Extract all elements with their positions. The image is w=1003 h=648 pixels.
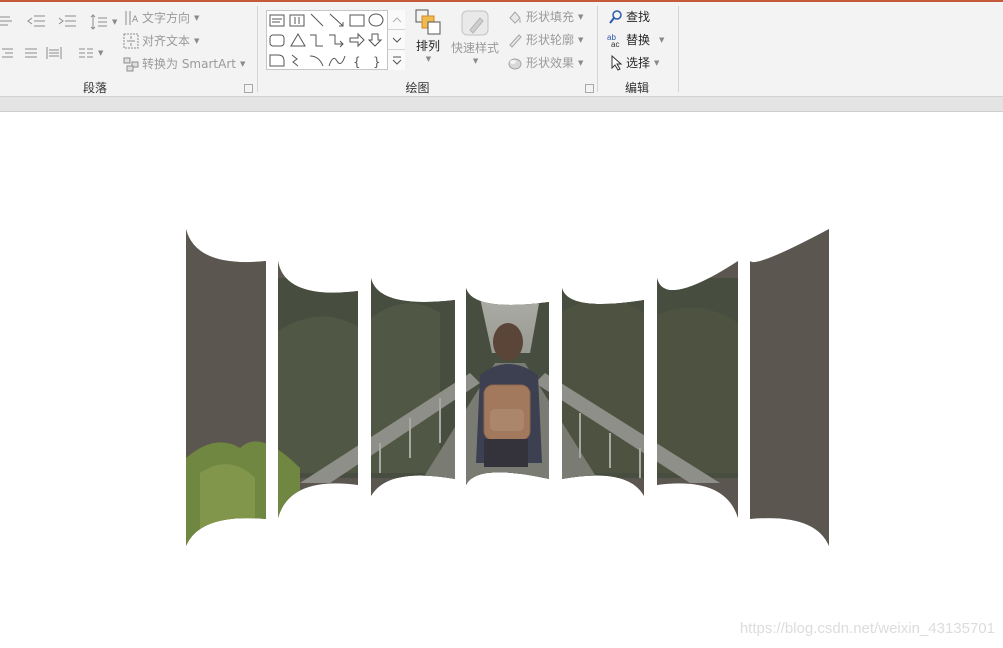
shape-fill-icon — [507, 9, 523, 25]
shape-fill-label: 形状填充 — [526, 10, 575, 24]
watermark: https://blog.csdn.net/weixin_43135701 — [739, 620, 995, 637]
curved-photo-gallery — [186, 229, 829, 546]
line-spacing-button[interactable]: ▼ — [90, 14, 117, 30]
chevron-down-icon: ▼ — [98, 49, 104, 57]
chevron-down-icon: ▼ — [578, 12, 584, 21]
chevron-down-icon: ▼ — [425, 55, 432, 63]
align-left-button[interactable] — [0, 14, 14, 28]
line-spacing-icon — [90, 14, 108, 30]
chevron-down-icon: ▼ — [659, 35, 665, 44]
find-icon — [609, 9, 623, 24]
chevron-down-icon: ▼ — [194, 13, 200, 22]
text-direction-button[interactable]: A 文字方向 ▼ — [123, 9, 199, 26]
chevron-down-icon: ▼ — [578, 35, 584, 44]
convert-smartart-button[interactable]: 转换为 SmartArt ▼ — [123, 55, 245, 72]
shape-outline-button[interactable]: 形状轮廓 ▼ — [507, 31, 583, 48]
replace-label: 替换 — [626, 33, 651, 47]
shape-gallery[interactable]: { } — [266, 10, 405, 70]
chevron-down-icon: ▼ — [239, 59, 246, 68]
distributed-icon — [46, 46, 62, 60]
align-text-left-icon — [0, 14, 14, 28]
paragraph-launcher-icon[interactable] — [244, 84, 253, 93]
decrease-indent-icon — [26, 14, 46, 28]
increase-indent-button[interactable] — [57, 14, 77, 28]
select-label: 选择 — [626, 56, 651, 70]
shape-effects-label: 形状效果 — [526, 56, 575, 70]
align-text-label: 对齐文本 — [142, 34, 191, 48]
shape-outline-icon — [507, 32, 523, 48]
gallery-up-icon[interactable] — [388, 10, 405, 30]
group-divider — [257, 6, 258, 92]
paragraph-group-label: 段落 — [82, 81, 107, 95]
shape-fill-button[interactable]: 形状填充 ▼ — [507, 8, 583, 25]
convert-smartart-label: 转换为 SmartArt — [142, 57, 236, 71]
shape-gallery-scroll[interactable] — [387, 10, 405, 70]
increase-indent-icon — [57, 14, 77, 28]
ribbon: ▼ A 文字方向 ▼ 对齐文本 ▼ 转换为 SmartArt ▼ ▼ 段落 {… — [0, 2, 1003, 96]
slide-canvas[interactable] — [0, 113, 1003, 648]
chevron-down-icon: ▼ — [654, 58, 660, 67]
distributed-button[interactable] — [46, 46, 62, 60]
editing-group-label: 编辑 — [624, 81, 649, 95]
replace-button[interactable]: ab ac 替换 ▼ — [607, 31, 664, 48]
align-text-icon — [123, 33, 139, 49]
drawing-group-label: 绘图 — [405, 81, 430, 95]
find-label: 查找 — [626, 10, 651, 24]
arrange-icon — [414, 8, 442, 36]
decrease-indent-button[interactable] — [26, 14, 46, 28]
chevron-down-icon: ▼ — [472, 57, 479, 65]
ribbon-collapse-bar — [0, 96, 1003, 112]
chevron-down-icon: ▼ — [194, 36, 200, 45]
chevron-down-icon: ▼ — [112, 18, 118, 26]
arrange-label: 排列 — [415, 39, 440, 53]
select-icon — [609, 54, 623, 71]
align-text-button[interactable]: 对齐文本 ▼ — [123, 32, 199, 49]
replace-icon: ab ac — [607, 32, 623, 48]
chevron-down-icon: ▼ — [578, 58, 584, 67]
svg-text:A: A — [132, 15, 139, 25]
justify-button[interactable] — [24, 46, 38, 60]
find-button[interactable]: 查找 — [609, 8, 650, 25]
svg-text:{: { — [353, 55, 361, 69]
smartart-icon — [123, 56, 139, 72]
group-divider — [678, 6, 679, 92]
quick-styles-icon — [460, 8, 490, 38]
svg-text:ac: ac — [611, 40, 619, 48]
justify-icon — [24, 46, 38, 60]
select-button[interactable]: 选择 ▼ — [609, 54, 659, 71]
shape-outline-label: 形状轮廓 — [526, 33, 575, 47]
gallery-down-icon[interactable] — [388, 30, 405, 50]
align-right-button[interactable] — [0, 46, 14, 60]
columns-icon — [78, 46, 94, 60]
text-direction-icon: A — [123, 10, 139, 26]
arrange-button[interactable]: 排列 ▼ — [414, 8, 442, 63]
shape-effects-button[interactable]: 形状效果 ▼ — [507, 54, 583, 71]
shape-effects-icon — [507, 55, 523, 71]
shape-gallery-icons: { } — [269, 13, 384, 69]
text-direction-label: 文字方向 — [142, 11, 191, 25]
gallery-more-icon[interactable] — [388, 50, 405, 70]
quick-styles-label: 快速样式 — [451, 41, 500, 55]
group-divider — [597, 6, 598, 92]
drawing-launcher-icon[interactable] — [585, 84, 594, 93]
columns-button[interactable]: ▼ — [78, 46, 103, 60]
svg-text:}: } — [373, 55, 381, 69]
quick-styles-button[interactable]: 快速样式 ▼ — [451, 8, 499, 65]
align-text-right-icon — [0, 46, 14, 60]
